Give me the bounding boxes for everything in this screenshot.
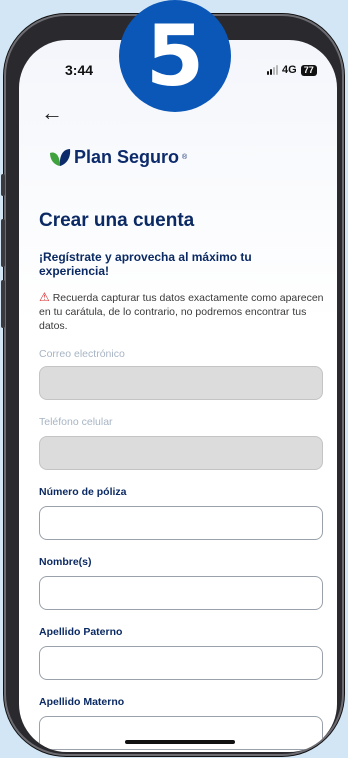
back-arrow-icon[interactable]: ←	[41, 102, 63, 124]
phone-frame: 3:44 4G 77 ← Plan Seguro ® Crear una cue…	[1, 14, 344, 756]
app-screen: 3:44 4G 77 ← Plan Seguro ® Crear una cue…	[19, 40, 337, 752]
signal-icon	[267, 65, 278, 75]
mute-switch	[1, 174, 5, 196]
page-title: Crear una cuenta	[39, 210, 195, 231]
home-indicator[interactable]	[125, 740, 235, 744]
step-badge: 5	[119, 0, 231, 112]
volume-down-button	[1, 280, 5, 328]
maternal-surname-label: Apellido Materno	[39, 696, 125, 708]
brand-name: Plan Seguro	[74, 147, 180, 167]
warning-notice: ⚠ Recuerda capturar tus datos exactament…	[39, 290, 329, 333]
warning-text: Recuerda capturar tus datos exactamente …	[39, 292, 324, 332]
status-time: 3:44	[65, 62, 94, 78]
registered-mark: ®	[182, 154, 188, 161]
network-label: 4G	[282, 64, 297, 76]
status-icons: 4G 77	[267, 64, 317, 76]
leaf-icon	[50, 148, 71, 166]
name-field[interactable]	[39, 576, 323, 610]
warning-icon: ⚠	[39, 290, 50, 304]
paternal-surname-field[interactable]	[39, 646, 323, 680]
policy-number-label: Número de póliza	[39, 486, 127, 498]
policy-number-field[interactable]	[39, 506, 323, 540]
paternal-surname-label: Apellido Paterno	[39, 626, 123, 638]
maternal-surname-field[interactable]	[39, 716, 323, 750]
name-label: Nombre(s)	[39, 556, 92, 568]
email-label: Correo electrónico	[39, 348, 125, 360]
volume-up-button	[1, 219, 5, 267]
phone-field[interactable]	[39, 436, 323, 470]
page-subtitle: ¡Regístrate y aprovecha al máximo tu exp…	[39, 250, 252, 278]
brand-logo: Plan Seguro ®	[49, 147, 187, 168]
email-field[interactable]	[39, 366, 323, 400]
phone-label: Teléfono celular	[39, 416, 113, 428]
battery-icon: 77	[300, 64, 317, 76]
